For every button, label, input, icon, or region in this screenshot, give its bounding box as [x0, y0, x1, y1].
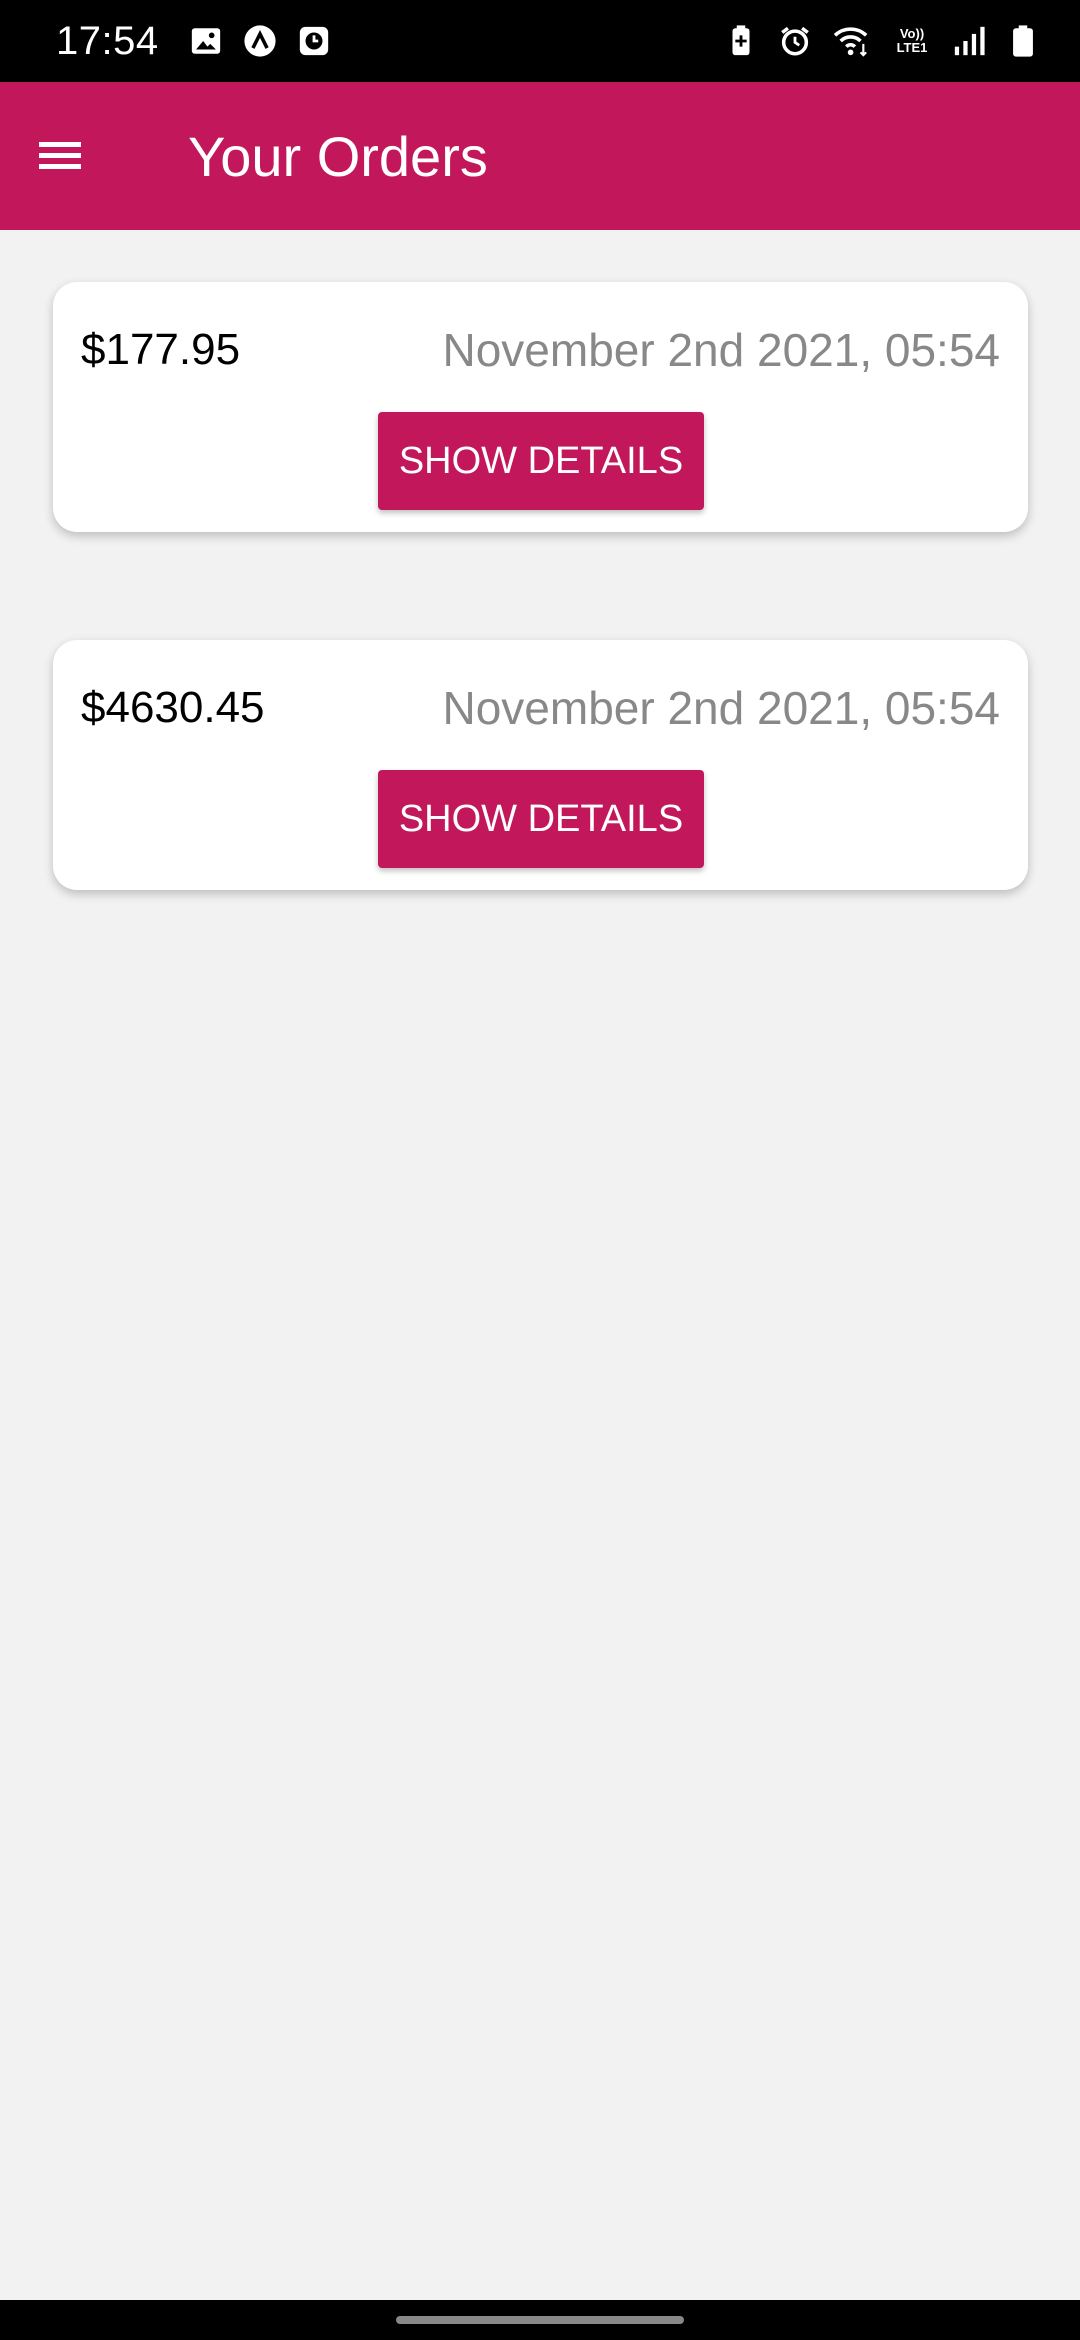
order-date: November 2nd 2021, 05:54 — [442, 324, 1000, 376]
order-card: $4630.45 November 2nd 2021, 05:54 SHOW D… — [53, 640, 1028, 890]
order-amount: $177.95 — [81, 325, 241, 374]
status-right: Vo)) LTE1 — [724, 24, 1040, 58]
signal-icon — [952, 24, 986, 58]
hamburger-menu-icon — [39, 142, 81, 169]
home-gesture-handle[interactable] — [396, 2316, 684, 2324]
app-bar: Your Orders — [0, 82, 1080, 230]
order-card: $177.95 November 2nd 2021, 05:54 SHOW DE… — [53, 282, 1028, 532]
order-summary: $4630.45 November 2nd 2021, 05:54 — [81, 640, 1000, 740]
menu-button[interactable] — [0, 82, 120, 230]
battery-saver-icon — [724, 24, 758, 58]
order-summary: $177.95 November 2nd 2021, 05:54 — [81, 282, 1000, 382]
order-date: November 2nd 2021, 05:54 — [442, 682, 1000, 734]
orders-list: $177.95 November 2nd 2021, 05:54 SHOW DE… — [53, 282, 1028, 998]
status-time: 17:54 — [56, 18, 159, 63]
page-title: Your Orders — [188, 124, 488, 188]
wifi-icon — [832, 24, 872, 58]
app-a-icon — [243, 24, 277, 58]
lte-label: LTE1 — [896, 40, 928, 55]
alarm-icon — [778, 24, 812, 58]
show-details-button[interactable]: SHOW DETAILS — [378, 770, 704, 868]
volte-label: Vo)) — [899, 26, 925, 41]
navigation-bar — [0, 2300, 1080, 2340]
order-amount: $4630.45 — [81, 683, 265, 732]
clock-app-icon — [297, 24, 331, 58]
battery-icon — [1006, 24, 1040, 58]
volte-icon: Vo)) LTE1 — [892, 24, 932, 58]
status-bar: 17:54 Vo)) LTE1 — [0, 0, 1080, 82]
show-details-button[interactable]: SHOW DETAILS — [378, 412, 704, 510]
status-left: 17:54 — [56, 19, 331, 64]
gallery-icon — [189, 24, 223, 58]
